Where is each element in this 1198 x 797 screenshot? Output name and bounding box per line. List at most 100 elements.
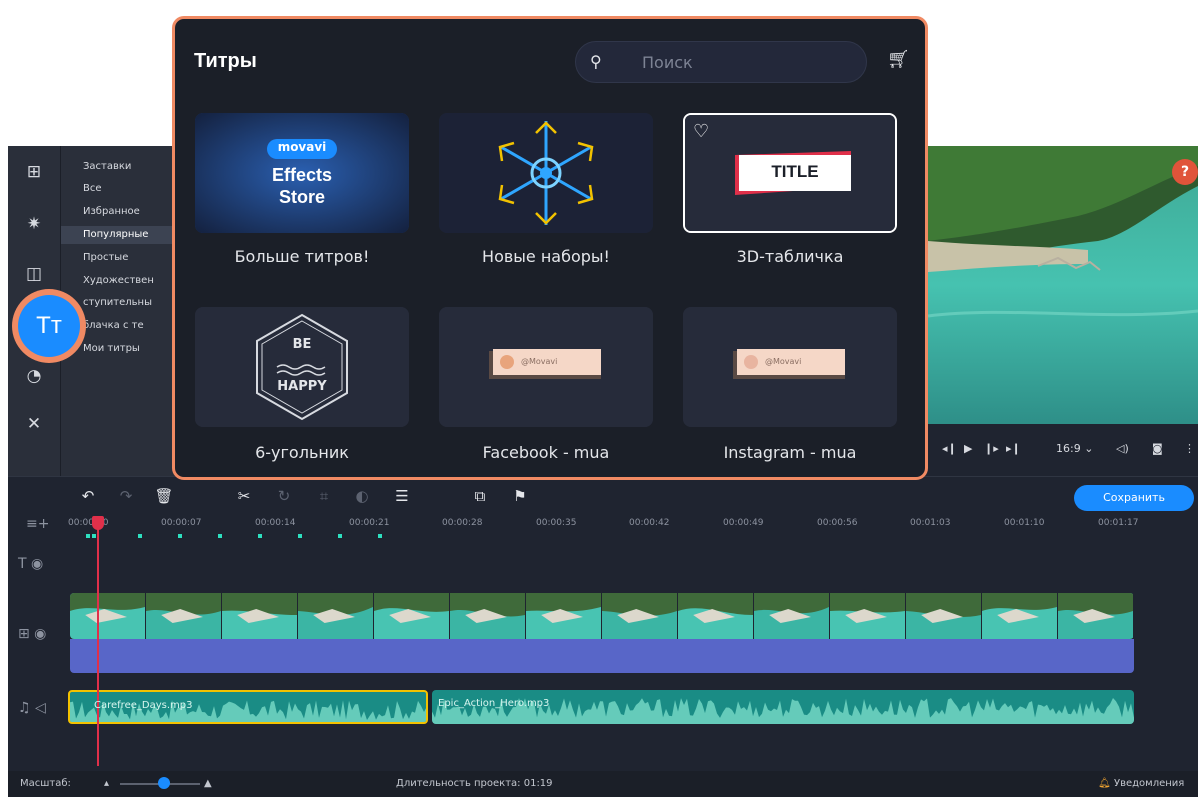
video-audio-band[interactable] xyxy=(70,639,1134,673)
record-audio-icon[interactable]: ⧉ xyxy=(470,487,490,505)
video-thumbnail xyxy=(298,593,373,639)
beat-marker[interactable] xyxy=(138,534,142,538)
video-clip[interactable] xyxy=(70,593,1134,639)
zoom-slider-thumb[interactable] xyxy=(158,777,170,789)
skip-end-icon[interactable]: ▸❙ xyxy=(1006,442,1021,455)
zoom-in-icon[interactable]: ▲ xyxy=(204,778,212,789)
category-item[interactable]: Художествен xyxy=(83,272,154,290)
video-thumbnail xyxy=(906,593,981,639)
bell-icon[interactable]: 🔔︎ xyxy=(1098,778,1111,789)
help-button[interactable]: ? xyxy=(1172,159,1198,185)
effects-store-tile[interactable]: movavi Effects Store xyxy=(195,113,409,233)
beat-marker[interactable] xyxy=(178,534,182,538)
aspect-ratio-select[interactable]: 16:9 ⌄ xyxy=(1056,442,1093,455)
preview-image xyxy=(928,146,1198,424)
instagram-tile[interactable]: @Movavi xyxy=(683,307,897,427)
title-track-icon: T ◉ xyxy=(18,556,44,572)
cart-icon[interactable]: 🛒︎ xyxy=(887,49,910,70)
tile-label: 6-угольник xyxy=(255,443,349,462)
player-controls: ◂❙ ▶ ❙▸ ▸❙ 16:9 ⌄ ◁) ◙ ⋮ xyxy=(928,426,1198,476)
zoom-out-icon[interactable]: ▴ xyxy=(104,778,109,789)
beat-marker[interactable] xyxy=(92,534,96,538)
video-thumbnail xyxy=(602,593,677,639)
category-item[interactable]: Все xyxy=(83,180,102,198)
delete-icon[interactable]: 🗑︎ xyxy=(154,487,174,505)
notifications-link[interactable]: Уведомления xyxy=(1114,778,1184,789)
tile-label: Новые наборы! xyxy=(482,247,610,266)
ruler-tick: 00:00:56 xyxy=(817,518,858,528)
playhead[interactable] xyxy=(97,516,99,766)
category-item[interactable]: Заставки xyxy=(83,158,131,176)
handle-text: @Movavi xyxy=(765,357,802,366)
add-track-icon[interactable]: ≡+ xyxy=(26,516,49,532)
timeline-ruler[interactable]: 00:00:00 00:00:07 00:00:14 00:00:21 00:0… xyxy=(68,516,1198,542)
audio-track-icon: ♫ ◁ xyxy=(18,700,46,716)
filters-icon[interactable]: ✷ xyxy=(22,212,46,236)
video-thumbnail xyxy=(70,593,145,639)
facebook-tile[interactable]: @Movavi xyxy=(439,307,653,427)
rotate-icon[interactable]: ↻ xyxy=(274,487,294,505)
titles-icon[interactable]: Tт xyxy=(18,295,80,357)
color-icon[interactable]: ◐ xyxy=(352,487,372,505)
cut-icon[interactable]: ✂ xyxy=(234,487,254,505)
project-duration: Длительность проекта: 01:19 xyxy=(396,778,553,789)
audio-clip[interactable]: Epic_Action_Hero.mp3 xyxy=(432,690,1134,724)
beat-marker[interactable] xyxy=(378,534,382,538)
category-item[interactable]: Простые xyxy=(83,249,128,267)
titles-popup: Титры ⚲ Поиск 🛒︎ movavi Effects Store Бо… xyxy=(172,16,928,480)
beat-marker[interactable] xyxy=(218,534,222,538)
save-button[interactable]: Сохранить xyxy=(1074,485,1194,511)
hexagon-tile[interactable]: BE HAPPY xyxy=(195,307,409,427)
category-item[interactable]: Избранное xyxy=(83,203,140,221)
search-placeholder: Поиск xyxy=(642,53,693,72)
status-bar: Масштаб: ▴ ▲ Длительность проекта: 01:19… xyxy=(8,771,1198,797)
ruler-tick: 00:00:14 xyxy=(255,518,296,528)
beat-marker[interactable] xyxy=(86,534,90,538)
video-thumbnail xyxy=(754,593,829,639)
video-thumbnail xyxy=(374,593,449,639)
hexagon-icon xyxy=(195,307,409,427)
audio-clip-selected[interactable]: Carefree_Days.mp3 xyxy=(68,690,428,724)
ruler-tick: 00:01:17 xyxy=(1098,518,1139,528)
snapshot-icon[interactable]: ◙ xyxy=(1152,442,1163,455)
beat-marker[interactable] xyxy=(338,534,342,538)
category-item[interactable]: блачка с те xyxy=(83,317,144,335)
video-thumbnail xyxy=(222,593,297,639)
category-item-active[interactable]: Популярные xyxy=(61,226,181,244)
favorite-heart-icon[interactable]: ♡ xyxy=(693,121,709,142)
more-icon[interactable]: ⋮ xyxy=(1184,442,1195,455)
undo-icon[interactable]: ↶ xyxy=(78,487,98,505)
more-tools-icon[interactable]: ✕ xyxy=(22,412,46,436)
play-icon[interactable]: ▶ xyxy=(964,442,972,455)
marker-icon[interactable]: ⚑ xyxy=(510,487,530,505)
stickers-icon[interactable]: ◔ xyxy=(22,364,46,388)
import-icon[interactable]: ⊞ xyxy=(22,160,46,184)
beat-marker[interactable] xyxy=(258,534,262,538)
crop-icon[interactable]: ⌗ xyxy=(314,487,334,505)
tile-label: Больше титров! xyxy=(234,247,370,266)
category-item[interactable]: Мои титры xyxy=(83,340,140,358)
prev-frame-icon[interactable]: ◂❙ xyxy=(942,442,957,455)
video-thumbnail xyxy=(678,593,753,639)
search-icon: ⚲ xyxy=(590,52,602,71)
transitions-icon[interactable]: ◫ xyxy=(22,262,46,286)
volume-icon[interactable]: ◁) xyxy=(1116,442,1129,455)
beat-marker[interactable] xyxy=(298,534,302,538)
video-thumbnail xyxy=(450,593,525,639)
ruler-tick: 00:00:28 xyxy=(442,518,483,528)
category-item[interactable]: ступительны xyxy=(83,294,152,312)
redo-icon[interactable]: ↷ xyxy=(116,487,136,505)
video-thumbnails xyxy=(70,593,1133,639)
tile-label: 3D-табличка xyxy=(736,247,844,266)
be-text: BE xyxy=(292,337,312,352)
video-thumbnail xyxy=(982,593,1057,639)
popup-title: Титры xyxy=(194,50,257,72)
next-frame-icon[interactable]: ❙▸ xyxy=(984,442,999,455)
clip-properties-icon[interactable]: ☰ xyxy=(392,487,412,505)
video-track-icon: ⊞ ◉ xyxy=(18,626,47,642)
3d-sign-tile[interactable]: ♡ TITLE xyxy=(683,113,897,233)
playhead-handle[interactable] xyxy=(92,516,104,530)
ruler-tick: 00:00:21 xyxy=(349,518,390,528)
search-input[interactable]: ⚲ Поиск xyxy=(575,41,867,83)
new-packs-tile[interactable] xyxy=(439,113,653,233)
